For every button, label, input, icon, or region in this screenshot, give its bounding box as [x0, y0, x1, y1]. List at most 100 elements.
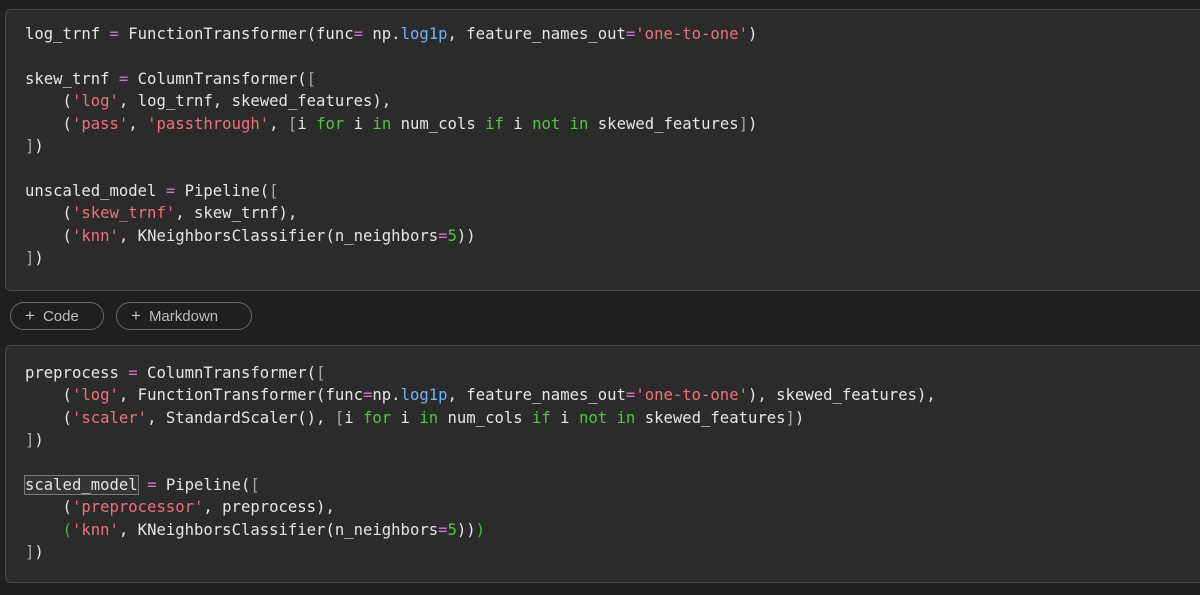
- code-token: if: [532, 408, 551, 427]
- code-token: 5: [447, 520, 457, 539]
- code-token: not: [532, 114, 561, 133]
- code-token: num_cols: [391, 114, 486, 133]
- code-line: ('log', log_trnf, skewed_features),: [25, 90, 757, 112]
- code-token: [: [250, 475, 260, 494]
- code-token: ]: [25, 431, 35, 450]
- code-token: , KNeighborsClassifier(n_neighbors: [118, 226, 439, 245]
- code-token: ]: [785, 408, 795, 427]
- code-token: =: [353, 25, 363, 43]
- code-token: ColumnTransformer(: [128, 69, 307, 88]
- code-token: FunctionTransformer(func: [118, 25, 354, 43]
- code-token: Pipeline(: [156, 475, 251, 494]
- code-token: 5: [447, 226, 457, 245]
- code-token: i: [503, 114, 533, 133]
- plus-icon: +: [131, 306, 141, 325]
- code-token: (: [25, 92, 72, 111]
- code-token: =: [109, 25, 119, 43]
- code-token: log1p: [400, 386, 448, 405]
- add-code-cell-button[interactable]: + Code: [10, 302, 104, 330]
- code-token: 'passthrough': [147, 114, 270, 133]
- code-token: 'scaler': [71, 408, 148, 427]
- code-editor[interactable]: preprocess = ColumnTransformer([ ('log',…: [24, 362, 936, 564]
- code-token: [: [287, 114, 298, 133]
- code-token: 'knn': [71, 226, 119, 245]
- code-line: preprocess = ColumnTransformer([: [25, 362, 936, 384]
- code-token: np.: [372, 386, 401, 405]
- code-token: preprocess: [25, 364, 129, 382]
- code-line: ]): [25, 135, 757, 157]
- code-token: (: [25, 226, 72, 245]
- code-line: scaled_model = Pipeline([: [24, 474, 936, 496]
- code-token: 'pass': [71, 114, 129, 133]
- code-token: ]: [738, 114, 749, 133]
- code-token: ): [747, 25, 758, 43]
- code-token: =: [438, 520, 448, 539]
- code-token: 'log': [71, 386, 119, 405]
- code-token: ): [34, 543, 44, 562]
- code-token: (: [25, 114, 72, 133]
- code-line: ('knn', KNeighborsClassifier(n_neighbors…: [25, 225, 757, 247]
- code-token: =: [165, 181, 176, 200]
- code-token: ): [475, 520, 486, 539]
- code-token: skewed_features: [588, 114, 739, 133]
- code-token: i: [344, 408, 363, 427]
- code-token: 'one-to-one': [635, 386, 748, 405]
- code-token: in: [372, 114, 392, 133]
- code-token: in: [419, 408, 439, 427]
- code-cell-1[interactable]: log_trnf = FunctionTransformer(func= np.…: [5, 9, 1200, 291]
- code-token: log1p: [400, 25, 448, 43]
- code-token: [: [306, 69, 317, 88]
- code-token: skew_trnf: [25, 69, 119, 88]
- code-token: ): [794, 408, 805, 427]
- code-token: 'log': [71, 92, 119, 111]
- code-line: unscaled_model = Pipeline([: [25, 180, 757, 202]
- code-token: ): [748, 114, 758, 133]
- code-token: unscaled_model: [25, 181, 166, 200]
- code-token: ]: [25, 136, 35, 155]
- code-editor[interactable]: log_trnf = FunctionTransformer(func= np.…: [25, 23, 757, 269]
- code-token: ,: [269, 114, 288, 133]
- code-line: ('skew_trnf', skew_trnf),: [25, 202, 757, 224]
- code-token: )): [456, 520, 476, 539]
- code-token: ]: [25, 543, 35, 562]
- code-token: not: [578, 408, 608, 427]
- code-token: in: [569, 114, 589, 133]
- code-token: =: [438, 226, 448, 245]
- code-line: ('preprocessor', preprocess),: [25, 496, 936, 518]
- code-token: , KNeighborsClassifier(n_neighbors: [118, 520, 439, 539]
- code-token: [: [316, 364, 326, 382]
- code-token: (: [25, 498, 72, 517]
- code-token: log_trnf: [25, 25, 110, 43]
- add-code-label: Code: [42, 307, 79, 325]
- code-token: , preprocess),: [203, 498, 335, 517]
- code-token: 'preprocessor': [71, 498, 204, 517]
- code-line: ('log', FunctionTransformer(func=np.log1…: [25, 384, 936, 406]
- code-token: ,: [128, 114, 148, 133]
- code-token: i: [297, 114, 317, 133]
- code-line: ('knn', KNeighborsClassifier(n_neighbors…: [25, 519, 936, 541]
- code-cell-2[interactable]: preprocess = ColumnTransformer([ ('log',…: [5, 345, 1200, 583]
- code-token: i: [344, 114, 373, 133]
- code-token: skewed_features: [635, 408, 786, 427]
- code-token: i: [391, 408, 420, 427]
- code-line: ('pass', 'passthrough', [i for i in num_…: [25, 113, 758, 135]
- add-markdown-cell-button[interactable]: + Markdown: [116, 302, 252, 330]
- code-token: ColumnTransformer(: [137, 364, 317, 382]
- code-token: for: [316, 114, 345, 133]
- code-line: ]): [25, 429, 936, 451]
- code-token: 'skew_trnf': [71, 204, 176, 223]
- code-token: =: [625, 25, 636, 43]
- code-token: ), skewed_features),: [747, 386, 936, 405]
- code-token: )): [456, 226, 476, 245]
- code-token: 'knn': [71, 520, 119, 539]
- code-token: num_cols: [438, 408, 533, 427]
- add-markdown-label: Markdown: [148, 307, 219, 325]
- code-token: =: [128, 364, 138, 382]
- code-line: log_trnf = FunctionTransformer(func= np.…: [25, 23, 757, 45]
